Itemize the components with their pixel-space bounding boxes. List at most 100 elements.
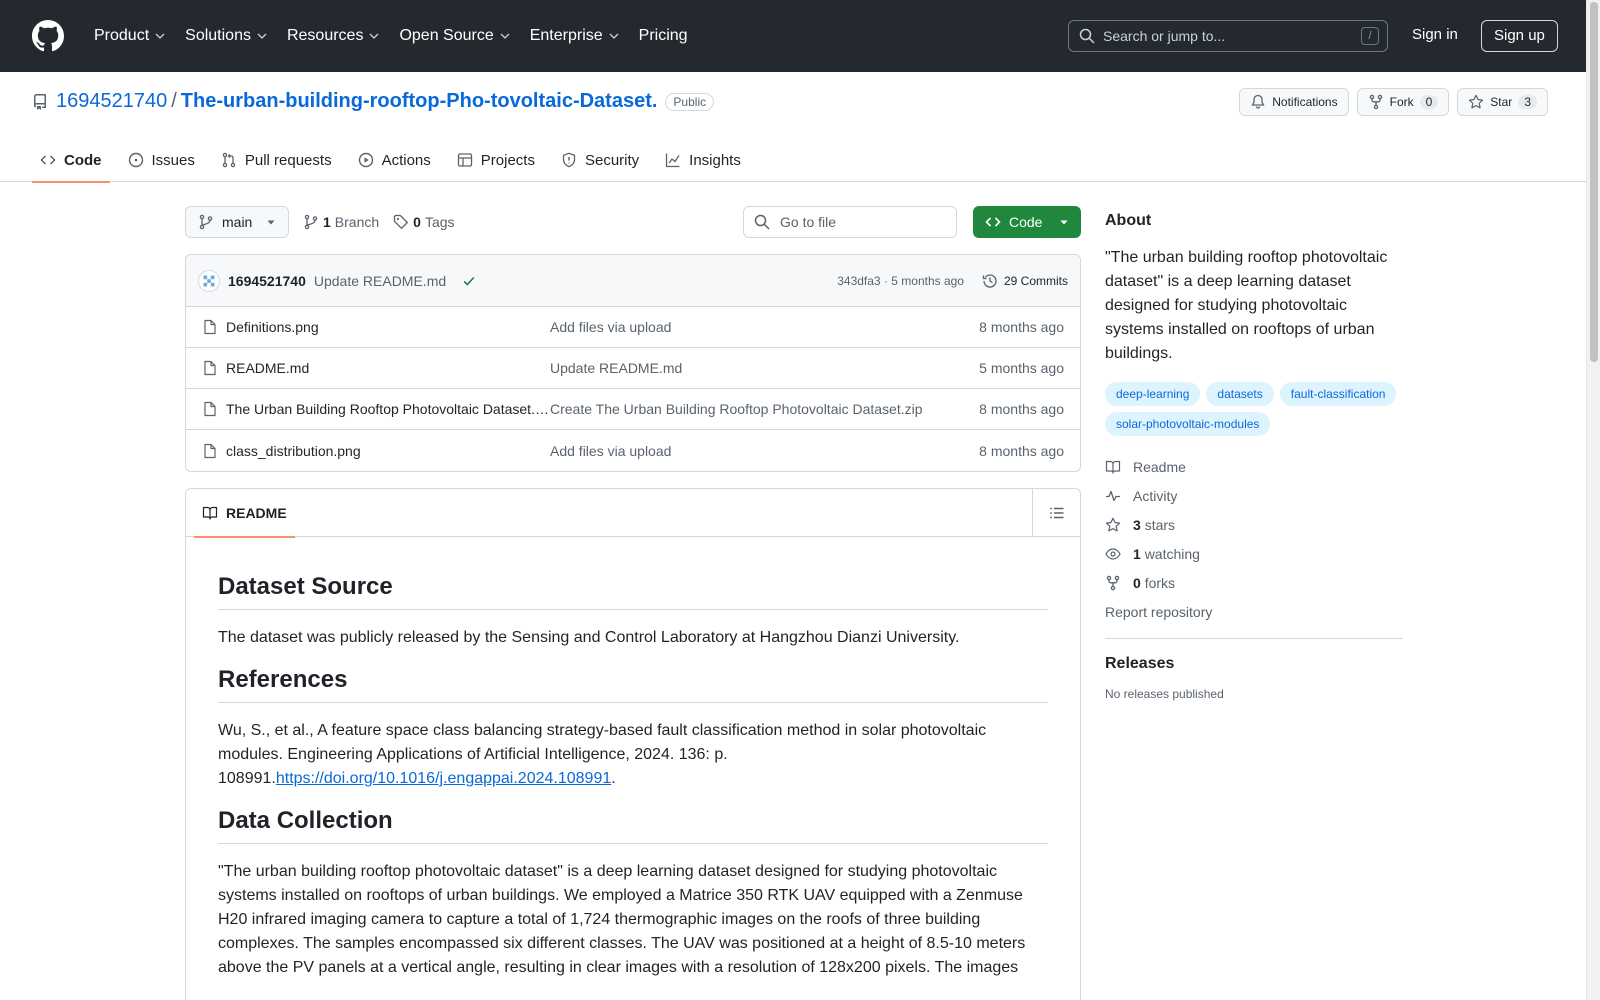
avatar[interactable] [198,269,220,292]
tab-label: Insights [689,151,741,169]
book-icon [202,506,218,520]
branch-count: 1 [323,214,331,230]
branch-selector[interactable]: main [185,206,289,238]
tab-pull-requests[interactable]: Pull requests [213,138,340,182]
file-row[interactable]: class_distribution.png Add files via upl… [186,430,1080,471]
repo-owner-link[interactable]: 1694521740 [56,90,167,113]
file-commit-message[interactable]: Add files via upload [550,443,954,459]
stars-link[interactable]: 3 stars [1105,510,1403,539]
nav-pricing[interactable]: Pricing [631,19,696,53]
commits-history-link[interactable]: 29 Commits [982,273,1068,289]
nav-label: Product [94,27,150,44]
star-button[interactable]: Star 3 [1457,88,1548,116]
file-age: 8 months ago [979,401,1064,417]
eye-icon [1105,547,1121,560]
file-icon [204,360,216,376]
readme-tab[interactable]: README [194,489,295,538]
tab-label: Security [584,151,640,169]
tag-label: Tags [424,214,455,230]
topic-list: deep-learning datasets fault-classificat… [1105,382,1403,436]
code-dropdown-button[interactable]: Code [973,206,1081,238]
readme-header: README [186,489,1080,538]
code-icon [985,217,1001,227]
nav-resources[interactable]: Resources [279,19,387,53]
nav-enterprise[interactable]: Enterprise [522,19,627,53]
nav-label: Enterprise [529,27,603,44]
tab-code[interactable]: Code [32,138,110,183]
file-name[interactable]: Definitions.png [226,319,550,335]
tab-issues[interactable]: Issues [120,138,203,182]
repo-name-link[interactable]: The-urban-building-rooftop-Pho-tovoltaic… [181,90,658,113]
tab-insights[interactable]: Insights [657,138,749,182]
watchers-link[interactable]: 1 watching [1105,539,1403,568]
file-row[interactable]: The Urban Building Rooftop Photovoltaic … [186,389,1080,430]
caret-down-icon [267,220,275,225]
code-button-label: Code [1009,214,1043,230]
file-toolbar: main 1 Branch 0 Tags Go to file Code [185,206,1081,238]
paragraph-data-collection: "The urban building rooftop photovoltaic… [218,863,1026,976]
page-scrollbar[interactable] [1586,0,1600,1000]
file-commit-message[interactable]: Update README.md [550,360,954,376]
tab-security[interactable]: Security [553,138,647,182]
forks-link[interactable]: 0 forks [1105,568,1403,597]
code-icon [40,155,56,165]
branch-icon [304,214,318,230]
releases-heading[interactable]: Releases [1105,655,1403,673]
topic-tag[interactable]: fault-classification [1279,382,1397,406]
readme-link[interactable]: Readme [1105,452,1403,481]
topic-tag[interactable]: deep-learning [1105,382,1201,406]
commit-author[interactable]: 1694521740 [228,273,306,289]
fork-button[interactable]: Fork 0 [1356,88,1450,116]
branches-link[interactable]: 1 Branch [303,214,379,230]
github-logo-icon[interactable] [32,20,64,52]
check-icon[interactable] [462,274,476,288]
nav-solutions[interactable]: Solutions [177,19,275,53]
file-browser: 1694521740 Update README.md 343dfa3 · 5 … [185,254,1081,472]
sign-in-link[interactable]: Sign in [1412,26,1458,43]
file-row[interactable]: README.md Update README.md 5 months ago [186,348,1080,389]
topic-tag[interactable]: solar-photovoltaic-modules [1105,412,1271,436]
chevron-down-icon [500,33,510,39]
tab-projects[interactable]: Projects [449,138,543,182]
file-age: 5 months ago [979,360,1064,376]
activity-link[interactable]: Activity [1105,481,1403,510]
search-icon [754,214,770,230]
go-to-file-placeholder: Go to file [780,214,837,230]
doi-link[interactable]: https://doi.org/10.1016/j.engappai.2024.… [276,770,611,787]
repo-actions: Notifications Fork 0 Star 3 [1239,88,1548,116]
file-icon [204,401,216,417]
visibility-badge: Public [665,92,715,111]
branch-name: main [222,214,253,230]
sign-up-button[interactable]: Sign up [1481,20,1558,52]
tags-link[interactable]: 0 Tags [393,214,455,230]
file-commit-message[interactable]: Create The Urban Building Rooftop Photov… [550,401,954,417]
nav-open-source[interactable]: Open Source [391,19,517,53]
fork-label: Fork [1389,95,1414,109]
tab-actions[interactable]: Actions [350,138,439,182]
file-name[interactable]: class_distribution.png [226,443,550,459]
topic-tag[interactable]: datasets [1206,382,1274,406]
nav-label: Solutions [185,27,251,44]
watching-count: 1 [1133,545,1141,562]
file-row[interactable]: Definitions.png Add files via upload 8 m… [186,307,1080,348]
file-name[interactable]: README.md [226,360,550,376]
repo-header: 1694521740 / The-urban-building-rooftop-… [0,72,1586,183]
nav-product[interactable]: Product [86,19,173,53]
repo-tabs: Code Issues Pull requests Actions Projec… [32,138,759,183]
repo-title: 1694521740 / The-urban-building-rooftop-… [32,90,715,113]
file-icon [204,319,216,335]
outline-button[interactable] [1032,489,1080,537]
tab-label: Actions [381,151,431,169]
report-repository-link[interactable]: Report repository [1105,597,1403,626]
commit-message[interactable]: Update README.md [314,273,446,289]
go-to-file-input[interactable]: Go to file [743,206,957,238]
shield-icon [562,152,576,168]
scrollbar-thumb[interactable] [1590,2,1598,362]
tab-label: Code [64,151,102,169]
commit-hash-time[interactable]: 343dfa3 · 5 months ago [837,274,964,288]
header-search-input[interactable]: Search or jump to... / [1068,20,1388,52]
file-name[interactable]: The Urban Building Rooftop Photovoltaic … [226,401,550,417]
tag-count: 0 [413,214,421,230]
file-commit-message[interactable]: Add files via upload [550,319,954,335]
notifications-button[interactable]: Notifications [1239,88,1349,116]
